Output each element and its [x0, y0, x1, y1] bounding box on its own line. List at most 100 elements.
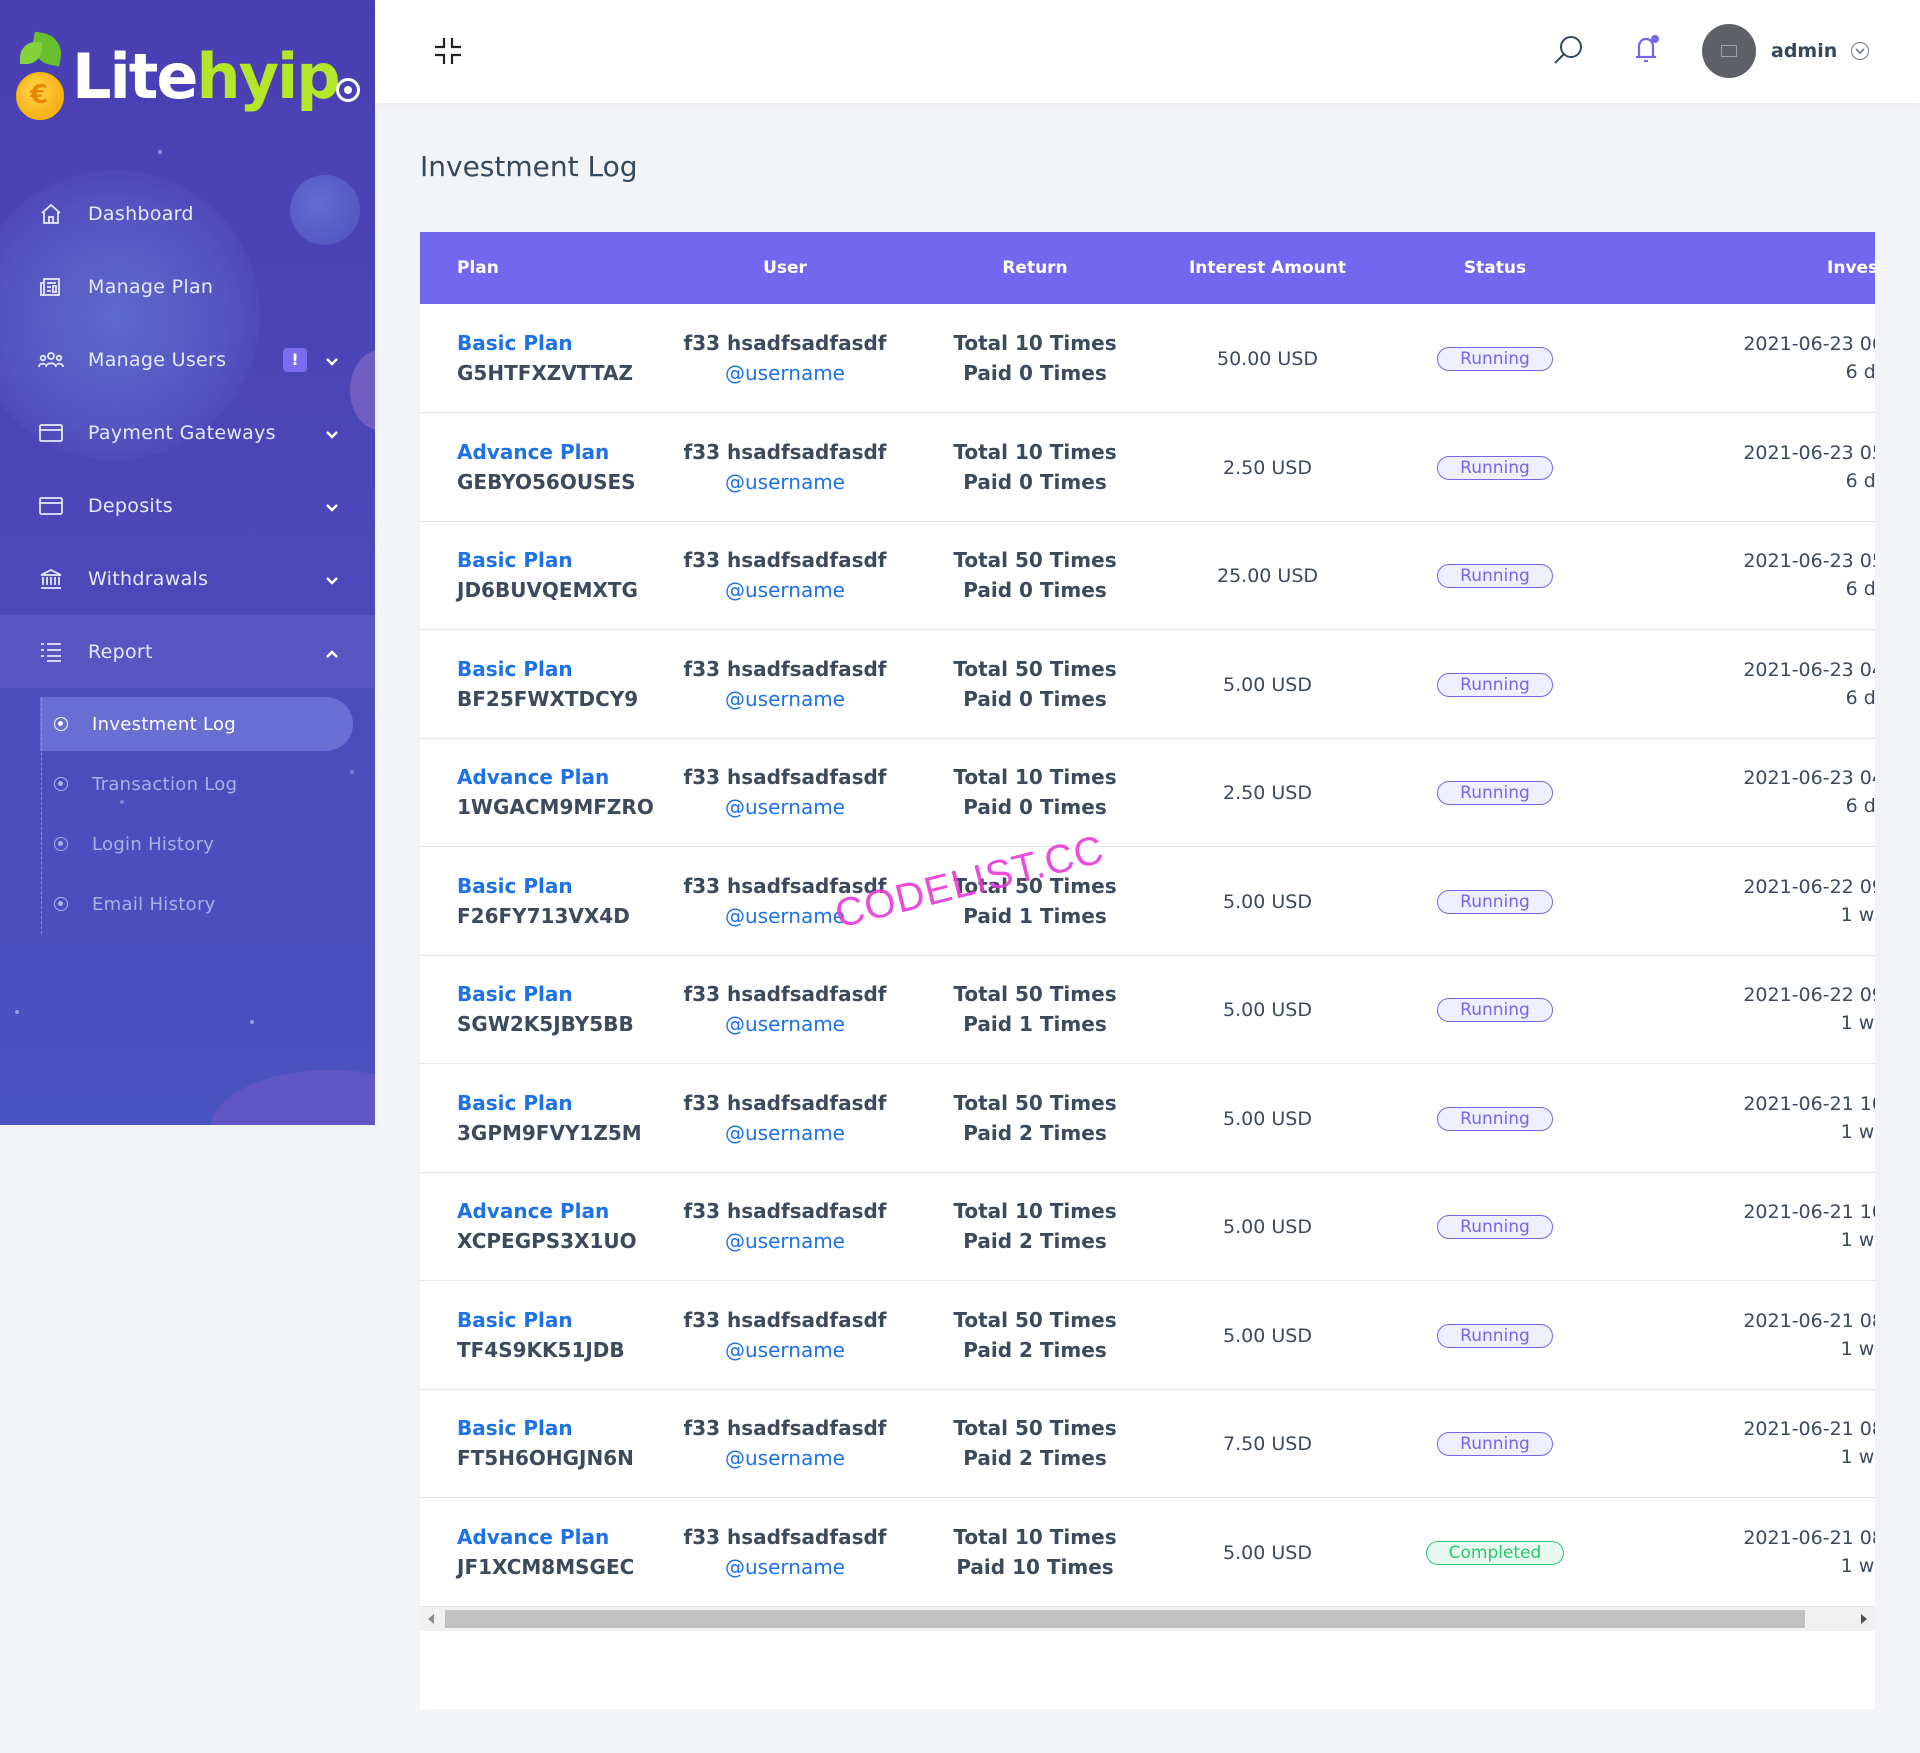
- user-fullname: f33 hsadfsadfasdf: [683, 1307, 887, 1332]
- scroll-left-arrow-icon[interactable]: [428, 1614, 434, 1624]
- status-badge: Running: [1437, 672, 1553, 697]
- invested-cell: 2021-06-21 10:20 AM 1 week ago: [1615, 1064, 1875, 1173]
- credit-card-icon: [38, 493, 64, 519]
- sidebar-toggle-icon[interactable]: [336, 78, 360, 102]
- plan-name-link[interactable]: Basic Plan: [457, 874, 660, 898]
- status-badge: Running: [1437, 564, 1553, 589]
- plan-name-link[interactable]: Basic Plan: [457, 1416, 660, 1440]
- scroll-right-arrow-icon[interactable]: [1861, 1614, 1867, 1624]
- sidebar-item-manage-plan[interactable]: Manage Plan: [0, 250, 375, 323]
- sidebar-subitem-investment-log[interactable]: Investment Log: [0, 694, 375, 754]
- invested-ago: 6 days ago: [1845, 578, 1875, 601]
- horizontal-scrollbar[interactable]: [420, 1607, 1875, 1631]
- return-paid: Paid 2 Times: [963, 1229, 1107, 1254]
- chevron-down-icon: [1851, 42, 1870, 60]
- return-total: Total 10 Times: [953, 1199, 1117, 1224]
- username-link[interactable]: @username: [660, 1338, 910, 1362]
- sidebar-item-label: Dashboard: [88, 202, 194, 225]
- username-link[interactable]: @username: [660, 578, 910, 602]
- status-badge: Running: [1437, 1432, 1553, 1457]
- table-row: Advance Plan 1WGACM9MFZRO f33 hsadfsadfasd…: [420, 738, 1875, 847]
- sidebar-item-withdrawals[interactable]: Withdrawals: [0, 542, 375, 615]
- invested-date: 2021-06-21 08:22 AM: [1743, 1526, 1875, 1549]
- plan-name-link[interactable]: Basic Plan: [457, 331, 660, 355]
- plan-name-link[interactable]: Basic Plan: [457, 982, 660, 1006]
- interest-amount: 2.50 USD: [1223, 782, 1312, 805]
- user-fullname: f33 hsadfsadfasdf: [683, 656, 887, 681]
- invested-cell: 2021-06-23 04:37 AM 6 days ago: [1615, 738, 1875, 847]
- username-link[interactable]: @username: [660, 1229, 910, 1253]
- interest-amount: 50.00 USD: [1216, 348, 1319, 370]
- invested-cell: 2021-06-23 05:21 AM 6 days ago: [1615, 413, 1875, 522]
- column-header-interest-amount: Interest Amount: [1188, 258, 1347, 278]
- sidebar-nav: Dashboard Manage Plan Manage Users ! Pay…: [0, 177, 375, 944]
- plan-cell: Basic Plan TF4S9KK51JDB: [420, 1281, 660, 1390]
- status-badge: Running: [1437, 781, 1553, 806]
- status-badge: Running: [1437, 1215, 1553, 1240]
- column-header-plan: Plan: [457, 258, 499, 278]
- username-link[interactable]: @username: [660, 795, 910, 819]
- plan-cell: Advance Plan XCPEGPS3X1UO: [420, 1172, 660, 1281]
- user-menu[interactable]: admin: [1702, 24, 1870, 78]
- search-icon[interactable]: [1552, 33, 1586, 67]
- invested-ago: 6 days ago: [1845, 686, 1875, 709]
- status-cell: Running: [1375, 847, 1615, 956]
- newspaper-icon: [38, 274, 64, 300]
- sidebar-subitem-email-history[interactable]: Email History: [0, 874, 375, 934]
- interest-amount: 7.50 USD: [1223, 1433, 1312, 1456]
- plan-name-link[interactable]: Advance Plan: [457, 765, 660, 789]
- username-link[interactable]: @username: [660, 361, 910, 385]
- status-badge: Completed: [1425, 1540, 1565, 1565]
- plan-name-link[interactable]: Basic Plan: [457, 1308, 660, 1332]
- status-badge: Running: [1437, 347, 1553, 371]
- interest-amount-cell: 5.00 USD: [1160, 1172, 1375, 1281]
- chevron-down-icon: [325, 569, 339, 591]
- user-fullname: f33 hsadfsadfasdf: [683, 1524, 887, 1549]
- plan-name-link[interactable]: Advance Plan: [457, 1525, 660, 1549]
- plan-name-link[interactable]: Basic Plan: [457, 548, 660, 572]
- bell-icon[interactable]: [1630, 32, 1664, 66]
- top-navbar: admin: [375, 0, 1920, 103]
- interest-amount-cell: 5.00 USD: [1160, 955, 1375, 1064]
- table-row: Basic Plan JD6BUVQEMXTG f33 hsadfsadfasdf @…: [420, 521, 1875, 630]
- status-cell: Running: [1375, 738, 1615, 847]
- return-total: Total 10 Times: [953, 331, 1117, 355]
- avatar: [1702, 24, 1756, 78]
- sidebar-item-deposits[interactable]: Deposits: [0, 469, 375, 542]
- return-cell: Total 10 Times Paid 0 Times: [910, 413, 1160, 522]
- column-header-status: Status: [1463, 258, 1527, 278]
- invested-date: 2021-06-22 09:29 AM: [1743, 984, 1875, 1007]
- username-link[interactable]: @username: [660, 1121, 910, 1145]
- table-body: Basic Plan G5HTFXZVTTAZ f33 hsadfsadfasdf @…: [420, 304, 1875, 1606]
- sidebar-item-label: Payment Gateways: [88, 421, 276, 444]
- sidebar-item-dashboard[interactable]: Dashboard: [0, 177, 375, 250]
- sidebar-item-report[interactable]: Report: [0, 615, 375, 688]
- sidebar-subitem-login-history[interactable]: Login History: [0, 814, 375, 874]
- plan-name-link[interactable]: Basic Plan: [457, 1091, 660, 1115]
- plan-name-link[interactable]: Advance Plan: [457, 440, 660, 464]
- brand-logo[interactable]: € Litehyip: [12, 28, 362, 123]
- interest-amount-cell: 5.00 USD: [1160, 1498, 1375, 1607]
- username-link[interactable]: @username: [660, 1446, 910, 1470]
- sidebar-subitem-label: Login History: [92, 833, 215, 855]
- fullscreen-exit-icon[interactable]: [433, 36, 463, 66]
- plan-cell: Basic Plan G5HTFXZVTTAZ: [420, 304, 660, 413]
- table-header-row: Plan User Return Interest Amount Status …: [420, 232, 1875, 304]
- status-cell: Running: [1375, 521, 1615, 630]
- sidebar-item-payment-gateways[interactable]: Payment Gateways: [0, 396, 375, 469]
- username-link[interactable]: @username: [660, 1555, 910, 1579]
- return-cell: Total 50 Times Paid 1 Times: [910, 955, 1160, 1064]
- sidebar-item-manage-users[interactable]: Manage Users !: [0, 323, 375, 396]
- plan-cell: Advance Plan GEBYO56OUSES: [420, 413, 660, 522]
- plan-name-link[interactable]: Advance Plan: [457, 1199, 660, 1223]
- username-link[interactable]: @username: [660, 1012, 910, 1036]
- user-cell: f33 hsadfsadfasdf @username: [660, 955, 910, 1064]
- username-link[interactable]: @username: [660, 687, 910, 711]
- sidebar-subitem-transaction-log[interactable]: Transaction Log: [0, 754, 375, 814]
- plan-name-link[interactable]: Basic Plan: [457, 657, 660, 681]
- username-link[interactable]: @username: [660, 470, 910, 494]
- user-fullname: f33 hsadfsadfasdf: [683, 982, 887, 1007]
- invested-date: 2021-06-23 04:38 AM: [1743, 658, 1875, 681]
- user-cell: f33 hsadfsadfasdf @username: [660, 630, 910, 739]
- scrollbar-thumb[interactable]: [445, 1610, 1805, 1628]
